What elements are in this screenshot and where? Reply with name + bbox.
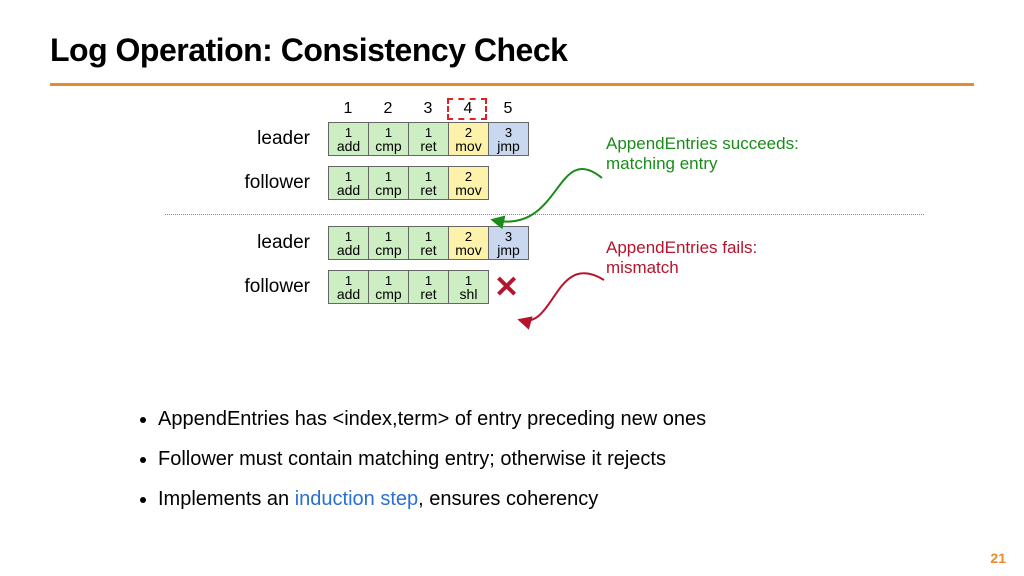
log-cmd: cmp bbox=[375, 183, 401, 197]
index-row: 1 2 3 4 5 bbox=[328, 100, 528, 118]
log-term: 1 bbox=[425, 126, 432, 139]
annotation-success: AppendEntries succeeds: matching entry bbox=[606, 134, 799, 175]
bullet-text: , ensures coherency bbox=[418, 488, 598, 510]
annotation-line: matching entry bbox=[606, 154, 799, 174]
annotation-line: mismatch bbox=[606, 258, 757, 278]
log-term: 1 bbox=[425, 274, 432, 287]
indices: 1 2 3 4 5 bbox=[328, 100, 528, 118]
idx: 2 bbox=[368, 100, 408, 118]
title-divider bbox=[50, 83, 974, 86]
log-term: 1 bbox=[385, 126, 392, 139]
idx: 3 bbox=[408, 100, 448, 118]
log-cell: 1ret bbox=[408, 122, 448, 156]
log-term: 1 bbox=[345, 170, 352, 183]
log-cell: 1cmp bbox=[368, 166, 408, 200]
log-cell: 1shl bbox=[448, 270, 488, 304]
bullet-item: AppendEntries has <index,term> of entry … bbox=[158, 408, 706, 430]
row-label: follower bbox=[118, 172, 328, 194]
log-cmd: cmp bbox=[375, 139, 401, 153]
log-cmd: ret bbox=[420, 139, 436, 153]
log-term: 3 bbox=[505, 230, 512, 243]
log-follower2: 1add1cmp1ret1shl bbox=[328, 270, 489, 304]
log-cell: 1cmp bbox=[368, 226, 408, 260]
diagram-area: 1 2 3 4 5 leader 1add1cmp1ret2mov3jmp fo… bbox=[50, 100, 974, 330]
log-term: 3 bbox=[505, 126, 512, 139]
log-cell: 3jmp bbox=[488, 122, 528, 156]
log-term: 1 bbox=[345, 274, 352, 287]
log-cmd: ret bbox=[420, 287, 436, 301]
follower-row-2: follower 1add1cmp1ret1shl bbox=[118, 270, 489, 304]
row-label: leader bbox=[118, 232, 328, 254]
log-cmd: shl bbox=[460, 287, 478, 301]
induction-step-link: induction step bbox=[295, 488, 418, 510]
log-term: 2 bbox=[465, 126, 472, 139]
log-term: 1 bbox=[465, 274, 472, 287]
log-term: 1 bbox=[385, 170, 392, 183]
log-term: 1 bbox=[425, 170, 432, 183]
log-cmd: mov bbox=[455, 139, 481, 153]
log-term: 1 bbox=[345, 230, 352, 243]
log-cell: 1cmp bbox=[368, 270, 408, 304]
log-term: 1 bbox=[385, 274, 392, 287]
page-number: 21 bbox=[990, 550, 1006, 566]
x-mark-icon: ✕ bbox=[494, 270, 519, 305]
idx: 5 bbox=[488, 100, 528, 118]
bullet-item: Follower must contain matching entry; ot… bbox=[158, 448, 706, 470]
log-cmd: cmp bbox=[375, 243, 401, 257]
slide-title: Log Operation: Consistency Check bbox=[50, 32, 974, 69]
bullet-item: Implements an induction step, ensures co… bbox=[158, 488, 706, 510]
log-cmd: mov bbox=[455, 243, 481, 257]
follower-row-1: follower 1add1cmp1ret2mov bbox=[118, 166, 489, 200]
bullet-list: AppendEntries has <index,term> of entry … bbox=[158, 408, 706, 528]
log-cmd: mov bbox=[455, 183, 481, 197]
row-label: follower bbox=[118, 276, 328, 298]
log-term: 1 bbox=[345, 126, 352, 139]
log-cell: 1ret bbox=[408, 166, 448, 200]
highlight-index-4 bbox=[447, 98, 487, 120]
log-cmd: jmp bbox=[497, 243, 520, 257]
row-label: leader bbox=[118, 128, 328, 150]
log-leader1: 1add1cmp1ret2mov3jmp bbox=[328, 122, 529, 156]
log-cmd: add bbox=[337, 287, 360, 301]
log-cell: 1ret bbox=[408, 270, 448, 304]
log-cmd: cmp bbox=[375, 287, 401, 301]
log-cell: 2mov bbox=[448, 226, 488, 260]
log-cell: 1cmp bbox=[368, 122, 408, 156]
log-leader2: 1add1cmp1ret2mov3jmp bbox=[328, 226, 529, 260]
log-cmd: add bbox=[337, 139, 360, 153]
dotted-separator bbox=[165, 214, 924, 215]
annotation-line: AppendEntries succeeds: bbox=[606, 134, 799, 154]
log-cmd: ret bbox=[420, 183, 436, 197]
log-cell: 3jmp bbox=[488, 226, 528, 260]
log-cmd: jmp bbox=[497, 139, 520, 153]
log-cmd: ret bbox=[420, 243, 436, 257]
log-cell: 1add bbox=[328, 122, 368, 156]
annotation-fail: AppendEntries fails: mismatch bbox=[606, 238, 757, 279]
log-cell: 1ret bbox=[408, 226, 448, 260]
annotation-line: AppendEntries fails: bbox=[606, 238, 757, 258]
log-term: 2 bbox=[465, 230, 472, 243]
log-term: 2 bbox=[465, 170, 472, 183]
log-follower1: 1add1cmp1ret2mov bbox=[328, 166, 489, 200]
log-term: 1 bbox=[425, 230, 432, 243]
log-cmd: add bbox=[337, 243, 360, 257]
log-cmd: add bbox=[337, 183, 360, 197]
leader-row-1: leader 1add1cmp1ret2mov3jmp bbox=[118, 122, 529, 156]
log-cell: 2mov bbox=[448, 122, 488, 156]
log-cell: 1add bbox=[328, 166, 368, 200]
leader-row-2: leader 1add1cmp1ret2mov3jmp bbox=[118, 226, 529, 260]
slide: Log Operation: Consistency Check 1 2 3 4… bbox=[0, 0, 1024, 576]
idx: 1 bbox=[328, 100, 368, 118]
log-cell: 1add bbox=[328, 226, 368, 260]
log-term: 1 bbox=[385, 230, 392, 243]
bullet-text: Implements an bbox=[158, 488, 295, 510]
log-cell: 2mov bbox=[448, 166, 488, 200]
log-cell: 1add bbox=[328, 270, 368, 304]
